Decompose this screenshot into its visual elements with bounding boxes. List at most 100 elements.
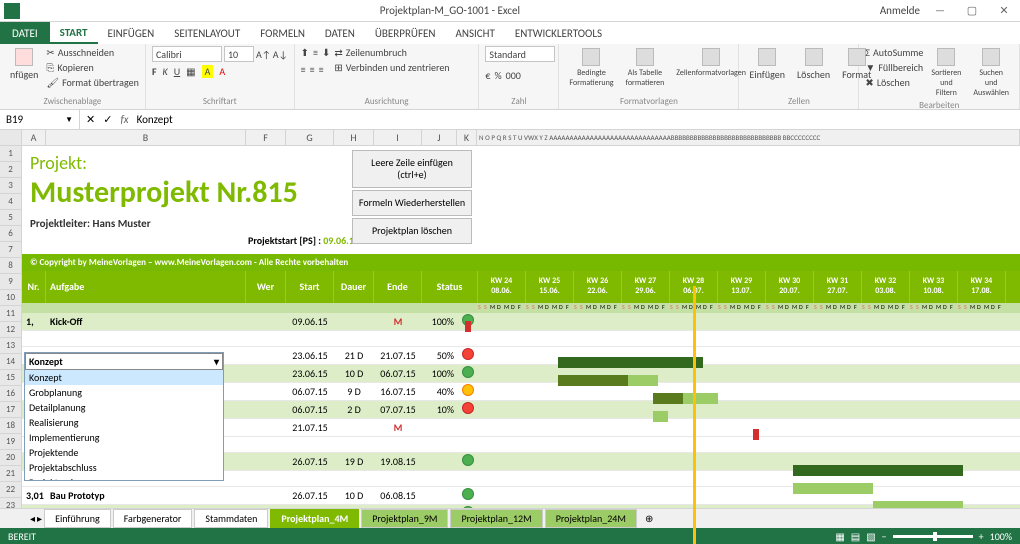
view-page-icon[interactable]: ▤ [851, 530, 860, 543]
cell-styles-button[interactable]: Zellenformatvorlagen [672, 46, 750, 80]
col-g[interactable]: G [286, 130, 334, 145]
col-j[interactable]: J [422, 130, 457, 145]
insert-row-button[interactable]: Leere Zeile einfügen (ctrl+e) [352, 150, 472, 188]
row-header[interactable]: 10 [0, 290, 22, 306]
comma-button[interactable]: 000 [506, 69, 521, 82]
currency-button[interactable]: € [485, 69, 490, 82]
cut-button[interactable]: ✂ Ausschneiden [46, 46, 138, 59]
merge-button[interactable]: ⊞ Verbinden und zentrieren [334, 61, 449, 74]
row-header[interactable]: 4 [0, 194, 22, 210]
insert-cells-button[interactable]: Einfügen [745, 46, 789, 83]
sheet-tab[interactable]: Stammdaten [194, 509, 268, 528]
tab-nav-first[interactable]: ◂ [30, 512, 35, 525]
col-f[interactable]: F [246, 130, 286, 145]
name-box[interactable]: B19▼ [0, 110, 80, 129]
row-header[interactable]: 12 [0, 322, 22, 338]
align-bottom-button[interactable]: ⬇ [322, 46, 330, 59]
align-right-button[interactable]: ≡ [319, 63, 324, 76]
tab-data[interactable]: DATEN [315, 22, 365, 44]
paste-button[interactable]: nfügen [6, 46, 42, 83]
dropdown-option[interactable]: Realisierung [25, 415, 223, 430]
restore-formulas-button[interactable]: Formeln Wiederherstellen [352, 190, 472, 216]
delete-cells-button[interactable]: Löschen [793, 46, 834, 83]
table-format-button[interactable]: Als Tabelle formatieren [622, 46, 669, 90]
row-header[interactable]: 13 [0, 338, 22, 354]
zoom-slider[interactable] [893, 535, 973, 538]
worksheet[interactable]: 1234567891011121314151617181920212223242… [0, 146, 1020, 544]
border-button[interactable]: ▦ [186, 65, 195, 78]
select-all-corner[interactable] [0, 130, 22, 145]
align-left-button[interactable]: ≡ [301, 63, 306, 76]
row-header[interactable]: 9 [0, 274, 22, 290]
row-header[interactable]: 3 [0, 178, 22, 194]
cancel-formula-icon[interactable]: ✕ [86, 113, 95, 126]
fill-color-button[interactable]: A [202, 65, 214, 78]
row-header[interactable]: 7 [0, 242, 22, 258]
row-header[interactable]: 22 [0, 482, 22, 498]
clear-button[interactable]: ✖ Löschen [865, 76, 923, 89]
row-header[interactable]: 5 [0, 210, 22, 226]
font-size-combo[interactable]: 10 [224, 46, 254, 62]
font-color-button[interactable]: A [219, 65, 225, 78]
row-header[interactable]: 8 [0, 258, 22, 274]
align-top-button[interactable]: ⬆ [301, 46, 309, 59]
tab-start[interactable]: START [50, 22, 98, 44]
dropdown-option[interactable]: Konzept [25, 370, 223, 385]
fill-button[interactable]: ▼ Füllbereich [865, 61, 923, 74]
close-button[interactable]: ✕ [992, 4, 1016, 17]
font-name-combo[interactable]: Calibri [152, 46, 222, 62]
align-middle-button[interactable]: ≡ [313, 46, 318, 59]
sheet-tab[interactable]: Projektplan_12M [450, 509, 542, 528]
underline-button[interactable]: U [174, 65, 180, 78]
autosum-button[interactable]: Σ AutoSumme [865, 46, 923, 59]
confirm-formula-icon[interactable]: ✓ [103, 113, 112, 126]
sheet-tab[interactable]: Farbgenerator [113, 509, 193, 528]
chevron-down-icon[interactable]: ▾ [214, 355, 219, 368]
tab-insert[interactable]: EINFÜGEN [98, 22, 165, 44]
sheet-tab[interactable]: Projektplan_24M [545, 509, 637, 528]
row-header[interactable]: 19 [0, 434, 22, 450]
tab-review[interactable]: ÜBERPRÜFEN [365, 22, 446, 44]
fx-icon[interactable]: fx [120, 113, 128, 126]
tab-formulas[interactable]: FORMELN [250, 22, 315, 44]
row-header[interactable]: 11 [0, 306, 22, 322]
col-a[interactable]: A [22, 130, 46, 145]
wrap-text-button[interactable]: ⇄ Zeilenumbruch [334, 46, 449, 59]
zoom-in-button[interactable]: + [979, 530, 984, 543]
dropdown-option[interactable]: Projektabschluss [25, 460, 223, 475]
col-k[interactable]: K [457, 130, 477, 145]
tab-nav-prev[interactable]: ▸ [37, 512, 42, 525]
decrease-font-button[interactable]: A↓ [273, 48, 288, 61]
minimize-button[interactable]: — [928, 4, 952, 17]
zoom-out-button[interactable]: − [882, 530, 887, 543]
col-rest[interactable]: N O P Q R S T U VWX Y Z AAAAAAAAAAAAAAAA… [477, 130, 1020, 145]
number-format-combo[interactable]: Standard [485, 46, 555, 62]
col-i[interactable]: I [374, 130, 422, 145]
row-header[interactable]: 1 [0, 146, 22, 162]
sort-filter-button[interactable]: Sortieren und Filtern [927, 46, 965, 100]
signin-link[interactable]: Anmelde [880, 4, 920, 17]
row-header[interactable]: 15 [0, 370, 22, 386]
row-header[interactable]: 14 [0, 354, 22, 370]
tab-developer[interactable]: ENTWICKLERTOOLS [505, 22, 612, 44]
percent-button[interactable]: % [495, 69, 502, 82]
format-painter-button[interactable]: 🖌 Format übertragen [46, 76, 138, 89]
view-break-icon[interactable]: ▧ [866, 530, 875, 543]
copy-button[interactable]: ⎘ Kopieren [46, 61, 138, 74]
delete-plan-button[interactable]: Projektplan löschen [352, 218, 472, 244]
row-header[interactable]: 21 [0, 466, 22, 482]
dropdown-option[interactable]: Detailplanung [25, 400, 223, 415]
row-header[interactable]: 20 [0, 450, 22, 466]
sheet-tab-active[interactable]: Projektplan_4M [270, 509, 359, 528]
task-dropdown[interactable]: Konzept▾ KonzeptGrobplanungDetailplanung… [24, 352, 224, 481]
row-header[interactable]: 6 [0, 226, 22, 242]
dropdown-option[interactable]: Projektende [25, 445, 223, 460]
dropdown-option[interactable]: Projektreview [25, 475, 223, 480]
find-select-button[interactable]: Suchen und Auswählen [969, 46, 1013, 100]
sheet-tab[interactable]: Projektplan_9M [361, 509, 448, 528]
maximize-button[interactable]: ▢ [960, 4, 984, 17]
dropdown-option[interactable]: Grobplanung [25, 385, 223, 400]
file-tab[interactable]: DATEI [0, 22, 50, 44]
italic-button[interactable]: K [163, 65, 168, 78]
cond-format-button[interactable]: Bedingte Formatierung [565, 46, 617, 90]
